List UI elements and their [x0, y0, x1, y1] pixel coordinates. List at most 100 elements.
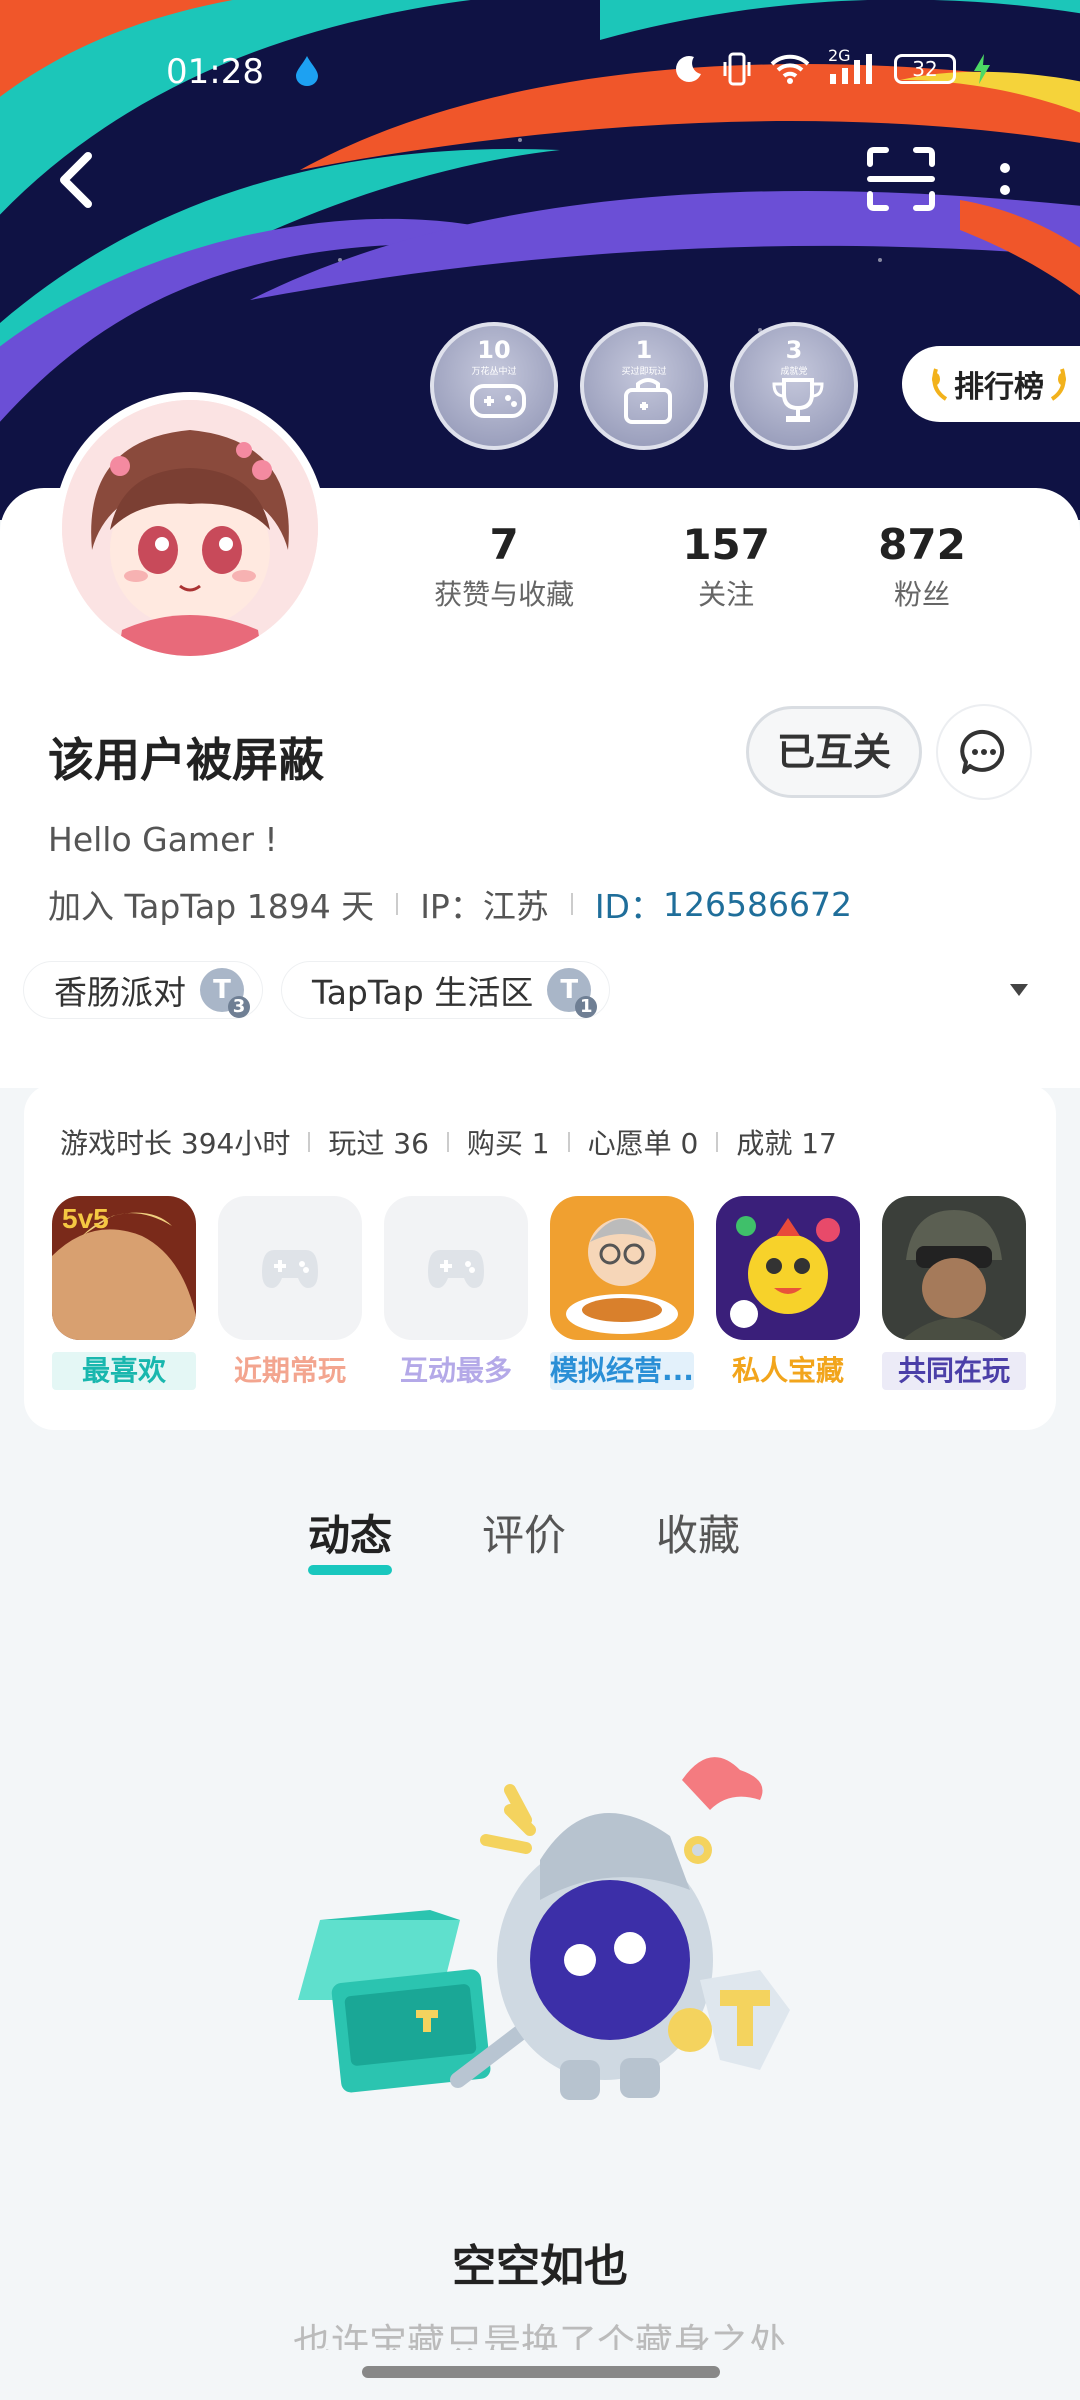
- water-drop-icon: [296, 56, 318, 86]
- game-stats-card: 游戏时长 394小时 玩过 36 购买 1 心愿单 0 成就 17 5v5 最喜…: [24, 1084, 1056, 1430]
- divider: [716, 1132, 719, 1152]
- wishlist-count[interactable]: 心愿单 0: [588, 1122, 699, 1162]
- taptap-level-icon: T3: [200, 968, 250, 1018]
- badge-count: 3: [785, 336, 803, 364]
- badge[interactable]: 3 成就党: [730, 322, 858, 450]
- game-showcase: 5v5 最喜欢 近期常玩 互动最多 模拟经营... 私人宝藏 共同在玩: [52, 1196, 1026, 1390]
- badge-count: 1: [635, 336, 653, 364]
- back-button[interactable]: [48, 140, 108, 220]
- user-bio: Hello Gamer !: [48, 820, 278, 859]
- game-coplay[interactable]: 共同在玩: [882, 1196, 1026, 1390]
- tab-reviews[interactable]: 评价: [482, 1502, 566, 1563]
- game-icon: 5v5: [52, 1196, 196, 1340]
- user-id[interactable]: 126586672: [663, 885, 852, 924]
- divider: [308, 1132, 311, 1152]
- game-label: 最喜欢: [52, 1352, 196, 1390]
- game-simulation[interactable]: 模拟经营...: [550, 1196, 694, 1390]
- stat-followers[interactable]: 872 粉丝: [878, 520, 966, 613]
- played-count[interactable]: 玩过 36: [328, 1122, 429, 1162]
- badge[interactable]: 1 买过即玩过: [580, 322, 708, 450]
- game-treasure[interactable]: 私人宝藏: [716, 1196, 860, 1390]
- stat-label: 粉丝: [894, 578, 951, 611]
- badge[interactable]: 10 万花丛中过: [430, 322, 558, 450]
- game-label: 私人宝藏: [731, 1354, 844, 1387]
- game-label: 模拟经营...: [550, 1352, 694, 1390]
- avatar[interactable]: [54, 392, 326, 664]
- message-button[interactable]: [938, 706, 1030, 798]
- stat-label: 关注: [698, 578, 755, 611]
- game-recent[interactable]: 近期常玩: [218, 1196, 362, 1390]
- avatar-image: [62, 400, 318, 656]
- signal-icon: 2G: [828, 46, 876, 86]
- svg-text:5v5: 5v5: [62, 1203, 109, 1234]
- scan-button[interactable]: [866, 146, 936, 212]
- stat-following[interactable]: 157 关注: [682, 520, 770, 613]
- divider: [396, 893, 399, 915]
- game-stats: 游戏时长 394小时 玩过 36 购买 1 心愿单 0 成就 17: [60, 1122, 837, 1162]
- user-meta: 加入 TapTap 1894 天 IP：江苏 ID： 126586672: [48, 880, 852, 928]
- community-tag[interactable]: TapTap 生活区 T1: [282, 962, 610, 1018]
- game-interaction[interactable]: 互动最多: [384, 1196, 528, 1390]
- game-icon-empty: [218, 1196, 362, 1340]
- tab-feed[interactable]: 动态: [308, 1502, 393, 1575]
- stat-value: 7: [489, 520, 519, 569]
- tag-label: 香肠派对: [54, 973, 186, 1012]
- join-days: 加入 TapTap 1894 天: [48, 887, 375, 926]
- divider: [446, 1132, 449, 1152]
- chat-icon: [960, 729, 1005, 774]
- moon-icon: [676, 56, 701, 82]
- game-icon: [550, 1196, 694, 1340]
- achievement-badges: 10 万花丛中过 1 买过即玩过 3 成就党: [430, 322, 858, 450]
- gamepad-icon: [262, 1250, 318, 1288]
- divider: [570, 893, 573, 915]
- leaderboard-button[interactable]: 排行榜: [902, 346, 1080, 422]
- status-time: 01:28: [166, 52, 264, 92]
- game-label: 互动最多: [399, 1354, 512, 1387]
- community-tag[interactable]: 香肠派对 T3: [24, 962, 262, 1018]
- more-button[interactable]: [990, 150, 1020, 210]
- tag-label: TapTap 生活区: [312, 973, 534, 1012]
- achievement-count[interactable]: 成就 17: [736, 1122, 837, 1162]
- tab-favorites[interactable]: 收藏: [656, 1502, 740, 1563]
- game-icon: [882, 1196, 1026, 1340]
- home-indicator[interactable]: [362, 2366, 720, 2378]
- taptap-level-icon: T1: [547, 968, 598, 1018]
- game-label: 近期常玩: [233, 1354, 346, 1387]
- bag-icon: [624, 378, 672, 424]
- vibrate-icon: [723, 52, 751, 86]
- stat-value: 872: [878, 520, 966, 569]
- stat-label: 获赞与收藏: [434, 578, 575, 611]
- tag-level: 3: [228, 996, 250, 1018]
- leaderboard-label: 排行榜: [954, 370, 1044, 405]
- wifi-icon: [770, 54, 810, 84]
- battery-icon: 32: [894, 54, 956, 84]
- gamepad-icon: [470, 384, 526, 418]
- game-label: 共同在玩: [882, 1352, 1026, 1390]
- username: 该用户被屏蔽: [48, 733, 324, 787]
- stat-likes[interactable]: 7 获赞与收藏: [434, 520, 574, 613]
- community-tags: 香肠派对 T3 TapTap 生活区 T1: [24, 962, 1064, 1018]
- divider: [567, 1132, 570, 1152]
- game-icon: [716, 1196, 860, 1340]
- expand-tags-icon[interactable]: [1010, 984, 1028, 996]
- game-favorite[interactable]: 5v5 最喜欢: [52, 1196, 196, 1390]
- laurel-right-icon: [1050, 368, 1066, 401]
- laurel-left-icon: [932, 368, 948, 401]
- user-id-label: ID：: [594, 887, 663, 926]
- mutual-follow-button[interactable]: 已互关: [746, 706, 922, 798]
- game-icon-empty: [384, 1196, 528, 1340]
- purchase-count[interactable]: 购买 1: [467, 1122, 550, 1162]
- content-tabs: 动态 评价 收藏: [308, 1502, 740, 1575]
- play-time[interactable]: 游戏时长 394小时: [60, 1122, 290, 1162]
- profile-stats: 7 获赞与收藏 157 关注 872 粉丝: [380, 520, 1020, 613]
- empty-state-title: 空空如也: [452, 2241, 628, 2292]
- ip-location: IP：江苏: [420, 887, 549, 926]
- trophy-icon: [772, 378, 824, 422]
- badge-count: 10: [477, 336, 511, 364]
- status-bar: 01:28 2G 32: [0, 0, 1080, 140]
- stat-value: 157: [682, 520, 770, 569]
- gamepad-icon: [428, 1250, 484, 1288]
- charging-icon: [974, 54, 990, 84]
- empty-state-illustration: [298, 1757, 790, 2100]
- tag-level: 1: [575, 996, 598, 1018]
